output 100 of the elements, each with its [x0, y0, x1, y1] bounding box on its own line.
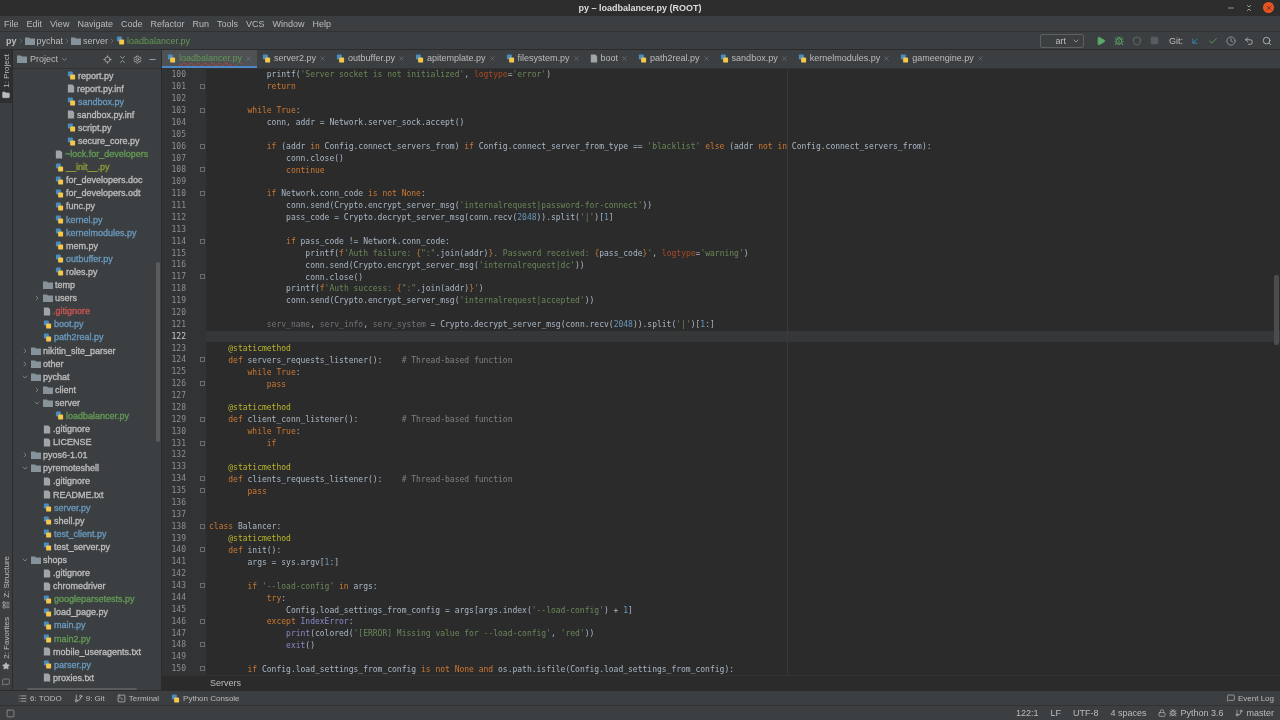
menu-item[interactable]: Run — [192, 18, 209, 29]
fold-icon[interactable] — [200, 440, 205, 446]
tree-item[interactable]: loadbalancer.py — [13, 409, 161, 423]
tree-item[interactable]: nikitin_site_parser — [13, 343, 161, 358]
breadcrumb-item[interactable]: Servers — [210, 678, 241, 688]
tree-item[interactable]: kernel.py — [13, 213, 161, 227]
tree-item[interactable]: client — [13, 383, 161, 397]
menu-item[interactable]: VCS — [246, 18, 265, 29]
fold-icon[interactable] — [200, 84, 205, 90]
scrollbar[interactable] — [1274, 275, 1279, 345]
menu-item[interactable]: Edit — [26, 18, 43, 29]
fold-icon[interactable] — [200, 488, 205, 494]
tree-item[interactable]: mem.py — [13, 239, 161, 253]
tree-item[interactable]: main2.py — [13, 632, 161, 646]
editor-tab[interactable]: filesystem.py — [500, 50, 585, 68]
fold-icon[interactable] — [200, 143, 205, 149]
menu-item[interactable]: View — [50, 18, 70, 29]
tree-item[interactable]: secure_core.py — [13, 134, 161, 148]
fold-icon[interactable] — [200, 191, 205, 197]
tree-item[interactable]: pychat — [13, 370, 161, 384]
tree-item[interactable]: load_page.py — [13, 605, 161, 619]
tree-item[interactable]: proxies.txt — [13, 671, 161, 685]
fold-icon[interactable] — [200, 642, 205, 648]
tool-window-button[interactable]: 9: Git — [73, 693, 105, 703]
stop-icon[interactable] — [1150, 36, 1159, 45]
coverage-icon[interactable] — [1132, 35, 1142, 46]
breadcrumb-item[interactable]: pychat — [24, 35, 64, 46]
lock-icon[interactable] — [1158, 709, 1167, 717]
tool-window-button[interactable]: Python Console — [171, 693, 240, 703]
editor-tab[interactable]: outbuffer.py — [331, 50, 410, 68]
tree-item[interactable]: script.py — [13, 121, 161, 135]
tree-item[interactable]: LICENSE — [13, 435, 161, 449]
tree-item[interactable]: pyremoteshell — [13, 461, 161, 475]
caret-icon[interactable] — [21, 346, 29, 355]
menu-item[interactable]: Code — [120, 18, 143, 29]
tree-item[interactable]: boot.py — [13, 317, 161, 331]
tree-item[interactable]: sandbox.py — [13, 95, 161, 109]
menu-item[interactable]: Window — [272, 18, 305, 29]
fold-icon[interactable] — [200, 547, 205, 553]
breadcrumb-item[interactable]: py — [6, 35, 17, 46]
collapse-icon[interactable] — [118, 54, 127, 64]
status-item[interactable]: 4 spaces — [1110, 708, 1147, 718]
panel-icon[interactable] — [2, 678, 10, 686]
tree-item[interactable]: temp — [13, 278, 161, 292]
caret-icon[interactable] — [21, 556, 29, 564]
tree-item[interactable]: report.py.inf — [13, 82, 161, 96]
tree-item[interactable]: googleparsetests.py — [13, 592, 161, 606]
tree-item[interactable]: README.txt — [13, 488, 161, 502]
breadcrumb-item[interactable]: server — [71, 35, 109, 46]
tree-item[interactable]: users — [13, 291, 161, 305]
fold-icon[interactable] — [200, 167, 205, 173]
editor-tab[interactable]: boot — [584, 50, 634, 68]
menu-item[interactable]: Tools — [216, 18, 238, 29]
tool-window-button[interactable]: 2: Favorites — [0, 613, 12, 674]
tree-item[interactable]: roles.py — [13, 265, 161, 279]
tool-window-button[interactable]: Z: Structure — [0, 552, 12, 614]
close-icon[interactable] — [883, 54, 891, 62]
debug-icon[interactable] — [1114, 35, 1124, 46]
tree-item[interactable]: server.py — [13, 501, 161, 515]
status-item[interactable]: 122:1 — [1015, 708, 1039, 718]
fold-icon[interactable] — [200, 274, 205, 280]
tree-item[interactable]: .gitignore — [13, 422, 161, 436]
tree-item[interactable]: .gitignore — [13, 566, 161, 580]
menu-item[interactable]: Navigate — [77, 18, 113, 29]
close-icon[interactable] — [780, 54, 788, 62]
tree-item[interactable]: test_client.py — [13, 527, 161, 541]
tree-item[interactable]: sandbox.py.inf — [13, 108, 161, 122]
fold-icon[interactable] — [200, 523, 205, 529]
search-icon[interactable] — [1262, 35, 1272, 46]
editor-tab[interactable]: path2real.py — [633, 50, 715, 68]
tool-window-button[interactable]: Terminal — [116, 693, 160, 703]
fold-icon[interactable] — [200, 476, 205, 482]
close-icon[interactable] — [397, 54, 405, 62]
status-item[interactable]: master — [1235, 708, 1274, 718]
fold-icon[interactable] — [200, 108, 205, 114]
project-view-dropdown[interactable]: Project — [17, 54, 68, 64]
tree-item[interactable]: report.py — [13, 69, 161, 83]
caret-icon[interactable] — [33, 385, 41, 394]
breadcrumb-item[interactable]: loadbalancer.py — [116, 35, 191, 46]
fold-icon[interactable] — [200, 618, 205, 624]
run-config-dropdown[interactable]: art — [1040, 33, 1084, 48]
status-item[interactable]: Python 3.6 — [1158, 708, 1224, 718]
tree-item[interactable]: path2real.py — [13, 330, 161, 344]
fold-icon[interactable] — [200, 381, 205, 387]
tree-item[interactable]: other — [13, 357, 161, 371]
tree-item[interactable]: pyos6-1.01 — [13, 448, 161, 462]
close-icon[interactable] — [319, 54, 327, 62]
caret-icon[interactable] — [21, 359, 29, 368]
fold-icon[interactable] — [200, 416, 205, 422]
caret-icon[interactable] — [33, 294, 41, 303]
tree-item[interactable]: main.py — [13, 618, 161, 633]
editor-tab[interactable]: server2.py — [257, 50, 332, 68]
run-icon[interactable] — [1096, 35, 1106, 46]
settings-icon[interactable] — [133, 54, 142, 64]
tree-item[interactable]: server — [13, 396, 161, 410]
fold-icon[interactable] — [200, 357, 205, 363]
tree-item[interactable]: ~lock.for_developers — [13, 147, 161, 161]
tree-item[interactable]: outbuffer.py — [13, 252, 161, 266]
close-icon[interactable] — [245, 54, 253, 62]
event-log-button[interactable]: Event Log — [1226, 693, 1274, 703]
